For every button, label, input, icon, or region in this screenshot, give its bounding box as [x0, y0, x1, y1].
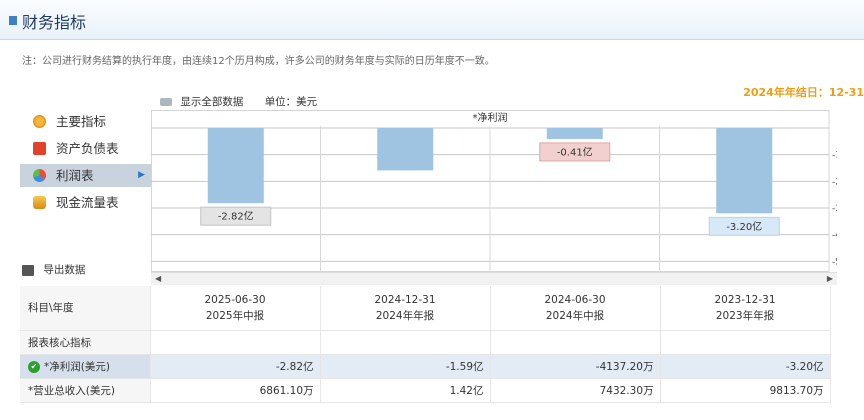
bar: [377, 128, 434, 171]
section-header: 财务指标: [0, 0, 864, 40]
table-cell: 6861.10万: [150, 378, 321, 403]
net-profit-chart: *净利润 -1 -2 -3 -4 -5 -2.82亿 -0.41亿 -3.20亿: [151, 110, 837, 272]
export-label: 导出数据: [43, 264, 86, 276]
column-date: 2023-12-31: [714, 293, 776, 306]
table-row[interactable]: ✔ *净利润(美元) -2.82亿 -1.59亿 -4137.20万 -3.20亿: [20, 354, 831, 379]
table-cell: 1.42亿: [320, 378, 491, 403]
sidebar-item-main[interactable]: 主要指标: [20, 110, 151, 133]
red-document-icon: [33, 142, 46, 155]
column-header[interactable]: 2023-12-31 2023年年报: [660, 286, 831, 331]
sidebar-item-label: 资产负债表: [56, 141, 119, 156]
toggle-icon[interactable]: [160, 98, 172, 106]
sidebar-item-income-statement[interactable]: 利润表 ▶: [20, 164, 151, 187]
show-all-data-toggle[interactable]: 显示全部数据: [180, 96, 243, 108]
y-tick-label: -5: [832, 257, 837, 267]
row-label-text: *净利润(美元): [44, 360, 110, 373]
chart-title: *净利润: [473, 111, 508, 124]
check-icon: ✔: [28, 360, 40, 373]
y-tick-label: -1: [832, 151, 837, 161]
row-label: *营业总收入(美元): [20, 378, 151, 403]
data-label: -2.82亿: [218, 210, 254, 223]
column-date: 2025-06-30: [204, 293, 266, 306]
orange-circle-icon: [33, 115, 46, 128]
table-cell: -1.59亿: [320, 354, 491, 379]
financial-table: 科目\年度 2025-06-30 2025年中报 2024-12-31 2024年年…: [20, 286, 831, 403]
chart-controls: 显示全部数据 单位：美元: [160, 94, 317, 109]
table-header-row: 科目\年度 2025-06-30 2025年中报 2024-12-31 2024年年…: [20, 286, 831, 331]
table-cell: -3.20亿: [660, 354, 831, 379]
unit-label: 单位：美元: [264, 96, 318, 108]
table-cell: -2.82亿: [150, 354, 321, 379]
y-tick-label: -4: [832, 231, 837, 241]
y-tick-label: -3: [832, 204, 837, 214]
data-label: -0.41亿: [557, 145, 593, 158]
column-header[interactable]: 2024-06-30 2024年中报: [490, 286, 661, 331]
y-tick-label: -2: [832, 177, 837, 187]
fiscal-note: 注：公司进行财务结算的执行年度，由连续12个历月构成，许多公司的财务年度与实际的…: [22, 56, 495, 67]
table-cell: 7432.30万: [490, 378, 661, 403]
table-row[interactable]: *营业总收入(美元) 6861.10万 1.42亿 7432.30万 9813.…: [20, 378, 831, 403]
sidebar-item-label: 利润表: [56, 168, 94, 183]
sidebar-item-balance-sheet[interactable]: 资产负债表: [20, 137, 151, 160]
export-icon: [22, 264, 34, 276]
sidebar-item-cash-flow[interactable]: 现金流量表: [20, 191, 151, 214]
export-data-button[interactable]: 导出数据: [22, 262, 85, 277]
row-label: ✔ *净利润(美元): [20, 354, 151, 379]
column-report: 2023年年报: [715, 309, 775, 322]
section-label: 报表核心指标: [20, 330, 151, 355]
bar: [716, 128, 773, 214]
caret-right-icon: ▶: [138, 170, 145, 180]
scroll-left-icon[interactable]: ◀: [155, 273, 161, 285]
sidebar-item-label: 现金流量表: [56, 195, 119, 210]
table-section-row: 报表核心指标: [20, 330, 831, 355]
chart-scrollbar[interactable]: ◀ ▶: [151, 272, 837, 285]
scroll-right-icon[interactable]: ▶: [827, 273, 833, 285]
section-title: 财务指标: [22, 13, 87, 32]
corner-cell: 科目\年度: [20, 286, 151, 331]
column-header[interactable]: 2024-12-31 2024年年报: [320, 286, 491, 331]
column-report: 2025年中报: [205, 309, 265, 322]
table-cell: -4137.20万: [490, 354, 661, 379]
coins-icon: [33, 196, 46, 209]
column-date: 2024-12-31: [374, 293, 436, 306]
data-label: -3.20亿: [726, 220, 762, 233]
sidebar: 主要指标 资产负债表 利润表 ▶ 现金流量表: [20, 110, 151, 218]
column-header[interactable]: 2025-06-30 2025年中报: [150, 286, 321, 331]
column-report: 2024年中报: [545, 309, 605, 322]
section-bullet-icon: [9, 16, 17, 25]
bar: [207, 128, 264, 204]
pie-chart-icon: [33, 169, 46, 182]
column-date: 2024-06-30: [544, 293, 606, 306]
sidebar-item-label: 主要指标: [56, 114, 107, 129]
fiscal-year-end: 2024年年结日：12-31: [743, 86, 864, 99]
table-cell: 9813.70万: [660, 378, 831, 403]
column-report: 2024年年报: [375, 309, 435, 322]
bar: [546, 128, 603, 139]
chart-svg: *净利润 -1 -2 -3 -4 -5 -2.82亿 -0.41亿 -3.20亿: [151, 110, 837, 272]
